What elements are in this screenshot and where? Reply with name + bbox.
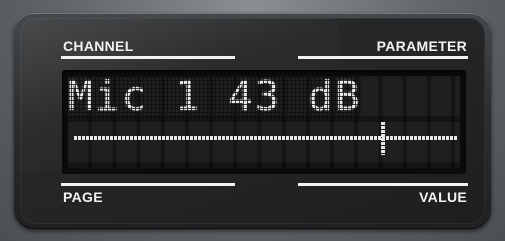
page-divider (61, 183, 235, 186)
parameter-divider (298, 56, 468, 59)
value-slider-thumb[interactable] (381, 122, 385, 155)
channel-label: CHANNEL (63, 38, 134, 54)
lcd-screen: Mic 1 43 dB (62, 70, 466, 174)
value-label: VALUE (419, 189, 467, 205)
lcd-readout: Mic 1 43 dB (68, 72, 362, 120)
device-background: CHANNEL PARAMETER Mic 1 43 dB PAGE VALUE (0, 0, 505, 241)
channel-divider (61, 56, 235, 59)
value-divider (298, 183, 468, 186)
parameter-label: PARAMETER (376, 38, 467, 54)
value-slider-track[interactable] (74, 136, 458, 140)
page-label: PAGE (63, 189, 103, 205)
